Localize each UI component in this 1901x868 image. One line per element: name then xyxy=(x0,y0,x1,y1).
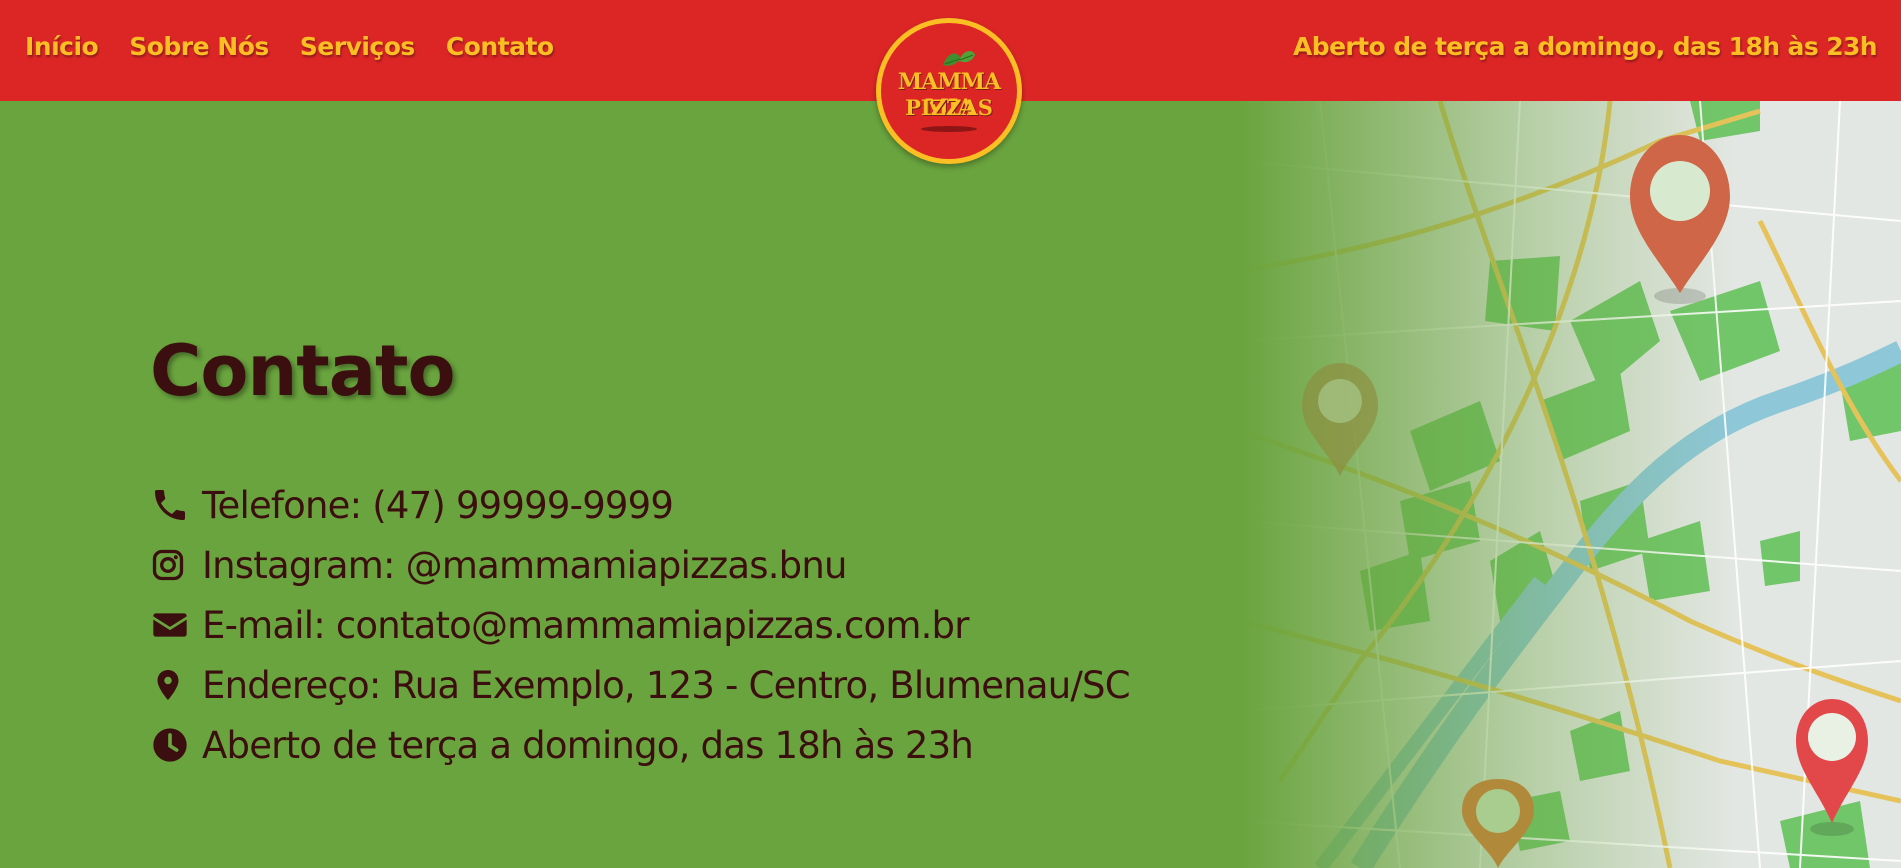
contact-hours: Aberto de terça a domingo, das 18h às 23… xyxy=(150,723,974,767)
phone-icon xyxy=(150,485,190,525)
logo-text-line2: PIZZAS xyxy=(905,95,993,120)
contact-email[interactable]: E-mail: contato@mammamiapizzas.com.br xyxy=(150,603,969,647)
contact-phone: Telefone: (47) 99999-9999 xyxy=(150,483,674,527)
clock-icon xyxy=(150,725,190,765)
contact-phone-text: Telefone: (47) 99999-9999 xyxy=(202,483,674,527)
nav-link-sobre-nos[interactable]: Sobre Nós xyxy=(129,32,269,61)
contact-hours-text: Aberto de terça a domingo, das 18h às 23… xyxy=(202,723,974,767)
nav-link-contato[interactable]: Contato xyxy=(446,32,554,61)
nav-links: Início Sobre Nós Serviços Contato xyxy=(25,32,554,61)
contact-email-text: E-mail: contato@mammamiapizzas.com.br xyxy=(202,603,969,647)
contact-section: Contato Telefone: (47) 99999-9999 Instag… xyxy=(150,330,1131,767)
logo-underline xyxy=(921,126,977,132)
location-pin-icon xyxy=(150,665,190,705)
opening-hours-banner: Aberto de terça a domingo, das 18h às 23… xyxy=(1293,32,1878,61)
contact-address-text: Endereço: Rua Exemplo, 123 - Centro, Blu… xyxy=(202,663,1131,707)
city-map-illustration xyxy=(1240,101,1901,868)
contact-instagram-text: Instagram: @mammamiapizzas.bnu xyxy=(202,543,847,587)
basil-leaf-icon xyxy=(943,51,975,66)
nav-link-inicio[interactable]: Início xyxy=(25,32,99,61)
site-logo[interactable]: MAMMA MIA PIZZAS xyxy=(876,18,1022,164)
nav-link-servicos[interactable]: Serviços xyxy=(300,32,416,61)
page-title: Contato xyxy=(150,330,456,412)
contact-instagram[interactable]: Instagram: @mammamiapizzas.bnu xyxy=(150,543,847,587)
envelope-icon xyxy=(150,605,190,645)
instagram-icon xyxy=(150,545,190,585)
contact-address: Endereço: Rua Exemplo, 123 - Centro, Blu… xyxy=(150,663,1131,707)
logo-badge: MAMMA MIA PIZZAS xyxy=(881,23,1017,159)
